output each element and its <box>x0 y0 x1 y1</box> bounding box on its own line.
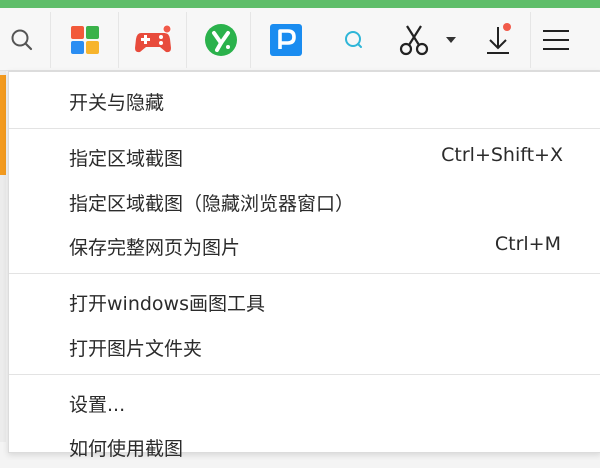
menu-item-region-capture-hide-browser[interactable]: 指定区域截图（隐藏浏览器窗口） <box>9 179 600 223</box>
menu-item-shortcut: Ctrl+Shift+X <box>441 144 563 166</box>
toolbar-divider <box>186 12 187 68</box>
menu-separator <box>9 128 600 129</box>
menu-item-label: 指定区域截图 <box>69 148 184 170</box>
menu-separator <box>9 374 600 375</box>
menu-item-label: 设置... <box>69 394 126 416</box>
game-controller-icon[interactable] <box>131 18 175 62</box>
search-small-icon[interactable] <box>332 18 376 62</box>
menu-item-region-capture[interactable]: 指定区域截图 Ctrl+Shift+X <box>9 134 600 178</box>
menu-item-open-paint[interactable]: 打开windows画图工具 <box>9 279 600 323</box>
toolbar-divider <box>50 12 51 68</box>
browser-toolbar <box>0 8 600 71</box>
search-icon[interactable] <box>0 18 44 62</box>
caret-down-icon[interactable] <box>436 18 466 62</box>
menu-item-toggle-hide[interactable]: 开关与隐藏 <box>9 78 600 122</box>
hamburger-menu-icon[interactable] <box>534 18 578 62</box>
page-edge <box>0 71 6 442</box>
app-grid-icon[interactable] <box>63 18 107 62</box>
top-accent-bar <box>0 0 600 8</box>
menu-item-label: 如何使用截图 <box>69 438 184 460</box>
toolbar-divider <box>530 12 531 68</box>
download-icon[interactable] <box>476 18 520 62</box>
menu-item-label: 指定区域截图（隐藏浏览器窗口） <box>69 193 355 215</box>
menu-item-shortcut: Ctrl+M <box>494 233 561 255</box>
menu-item-label: 开关与隐藏 <box>69 92 165 114</box>
menu-separator <box>9 273 600 274</box>
toolbar-divider <box>118 12 119 68</box>
screenshot-dropdown-menu: 开关与隐藏 指定区域截图 Ctrl+Shift+X 指定区域截图（隐藏浏览器窗口… <box>8 71 600 460</box>
menu-item-label: 打开图片文件夹 <box>69 338 203 360</box>
menu-item-label: 打开windows画图工具 <box>69 293 265 315</box>
menu-item-save-full-page[interactable]: 保存完整网页为图片 Ctrl+M <box>9 223 600 267</box>
green-y-app-icon[interactable] <box>199 18 243 62</box>
menu-item-settings[interactable]: 设置... <box>9 380 600 424</box>
scissors-icon[interactable] <box>392 18 436 62</box>
menu-item-open-image-folder[interactable]: 打开图片文件夹 <box>9 324 600 368</box>
page-accent-strip <box>0 75 6 175</box>
toolbar-divider <box>250 12 251 68</box>
p-app-icon[interactable] <box>264 18 308 62</box>
menu-item-label: 保存完整网页为图片 <box>69 237 241 259</box>
menu-item-how-to-use[interactable]: 如何使用截图 <box>9 424 600 468</box>
